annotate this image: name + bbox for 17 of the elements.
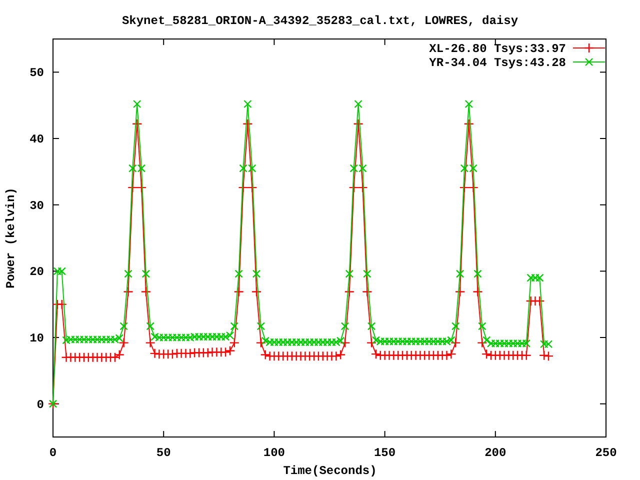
tick-label: 20 [30, 265, 44, 280]
x-axis-label: Time(Seconds) [283, 464, 377, 478]
tick-label: 250 [595, 446, 617, 460]
tick-label: 10 [30, 332, 44, 346]
y-axis-label: Power (kelvin) [4, 188, 18, 288]
tick-label: 50 [30, 66, 44, 80]
chart-title: Skynet_58281_ORION-A_34392_35283_cal.txt, LOWRES, daisy [122, 14, 518, 28]
tick-label: 30 [30, 198, 44, 213]
tick-label: 50 [156, 446, 171, 460]
legend-label: XL-26.80 Tsys:33.97 [429, 42, 566, 56]
tick-label: 200 [484, 446, 506, 460]
tick-label: 0 [36, 398, 44, 412]
tick-label: 40 [30, 132, 44, 146]
tick-label: 100 [263, 446, 285, 460]
tick-label: 0 [49, 446, 57, 460]
tick-label: 150 [374, 446, 396, 460]
legend-label: YR-34.04 Tsys:43.28 [429, 56, 566, 70]
